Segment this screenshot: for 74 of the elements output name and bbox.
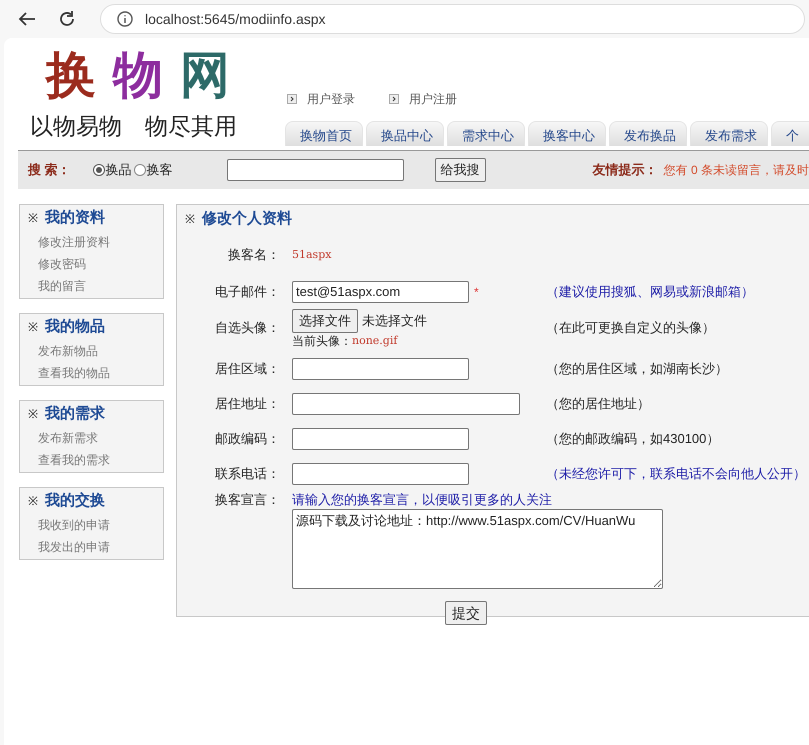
field-hint: （您的居住区域，如湖南长沙） <box>546 360 728 378</box>
panel-title: 修改个人资料 <box>202 208 292 229</box>
nav-tab[interactable]: 需求中心 <box>447 121 525 146</box>
sidebar-title: 我的资料 <box>45 208 105 228</box>
sidebar-link[interactable]: 查看我的需求 <box>28 449 163 471</box>
back-icon[interactable] <box>18 11 36 27</box>
field-label: 换客宣言： <box>215 492 280 508</box>
search-button[interactable]: 给我搜 <box>434 158 486 182</box>
reference-mark: ※ <box>185 211 195 228</box>
declaration-textarea[interactable]: 源码下载及讨论地址：http://www.51aspx.com/CV/HuanWu <box>292 509 663 589</box>
arrow-box-icon <box>287 94 297 104</box>
sidebar-link[interactable]: 发布新需求 <box>28 427 163 449</box>
nav-tab[interactable]: 换客中心 <box>528 121 606 146</box>
text-field[interactable] <box>292 392 520 414</box>
username-value: 51aspx <box>292 246 332 263</box>
field-hint: （未经您许可下，联系电话不会向他人公开） <box>546 464 806 483</box>
info-icon[interactable] <box>117 11 133 27</box>
text-field[interactable]: test@51aspx.com <box>292 280 469 302</box>
sidebar-link[interactable]: 我的留言 <box>28 275 163 297</box>
nav-tab[interactable]: 发布需求 <box>690 121 768 146</box>
sidebar-title: 我的交换 <box>45 490 105 511</box>
field-hint: （您的邮政编码，如430100） <box>546 430 720 448</box>
search-label: 搜 索： <box>28 161 72 180</box>
nav-tab[interactable]: 换品中心 <box>366 121 444 146</box>
logo-character: 物 <box>113 46 163 106</box>
current-avatar-label: 当前头像： <box>292 334 352 348</box>
address-bar[interactable]: localhost:5645/modiinfo.aspx <box>100 4 805 34</box>
file-status: 未选择文件 <box>362 312 427 330</box>
text-field[interactable] <box>292 462 469 484</box>
sidebar-link[interactable]: 我收到的申请 <box>28 514 163 536</box>
search-field[interactable] <box>226 159 404 181</box>
sidebar-link[interactable]: 我发出的申请 <box>28 536 163 558</box>
field-label: 换客名： <box>228 247 280 262</box>
logo-character: 换 <box>46 46 96 106</box>
field-label: 邮政编码： <box>215 430 280 446</box>
reload-icon[interactable] <box>58 10 76 28</box>
field-hint: （您的居住地址） <box>546 394 650 413</box>
sidebar-title: 我的需求 <box>45 404 105 424</box>
reference-mark: ※ <box>28 406 38 423</box>
url-text: localhost:5645/modiinfo.aspx <box>145 10 326 29</box>
text-field[interactable] <box>292 428 469 450</box>
field-label: 电子邮件： <box>215 284 280 299</box>
tip-label: 友情提示： <box>592 161 658 180</box>
nav-tab[interactable]: 发布换品 <box>609 121 687 146</box>
field-hint: （在此可更换自定义的头像） <box>546 319 715 338</box>
sidebar-link[interactable]: 修改密码 <box>28 253 163 275</box>
sidebar-link[interactable]: 发布新物品 <box>28 340 163 362</box>
choose-file-button[interactable]: 选择文件 <box>292 308 358 332</box>
field-label: 自选头像： <box>215 320 280 336</box>
sidebar-link[interactable]: 查看我的物品 <box>28 362 163 384</box>
tip-text: 您有 0 条未读留言，请及时 <box>664 162 809 179</box>
sidebar-link[interactable]: 修改注册资料 <box>28 231 163 253</box>
current-avatar-value: none.gif <box>352 334 398 348</box>
nav-tab[interactable]: 换物首页 <box>285 121 363 146</box>
user-link[interactable]: 用户注册 <box>409 90 457 108</box>
field-label: 居住地址： <box>215 396 280 411</box>
submit-button[interactable]: 提交 <box>445 601 487 625</box>
field-label: 居住区域： <box>215 360 280 376</box>
logo-character: 网 <box>180 46 230 106</box>
required-mark: * <box>474 284 479 300</box>
nav-tab[interactable]: 个 <box>771 121 809 146</box>
reference-mark: ※ <box>28 210 38 227</box>
reference-mark: ※ <box>28 319 38 336</box>
reference-mark: ※ <box>28 493 38 510</box>
user-link[interactable]: 用户登录 <box>307 90 355 108</box>
search-type-radio[interactable]: 换客 <box>134 160 173 180</box>
declaration-note: 请输入您的换客宣言，以便吸引更多的人关注 <box>292 491 552 510</box>
arrow-box-icon <box>389 94 399 104</box>
text-field[interactable] <box>292 358 469 380</box>
field-hint: （建议使用搜狐、网易或新浪邮箱） <box>546 282 754 301</box>
slogan: 以物易物 物尽其用 <box>30 113 238 142</box>
field-label: 联系电话： <box>215 466 280 481</box>
search-type-radio[interactable]: 换品 <box>92 160 132 180</box>
sidebar-title: 我的物品 <box>45 316 105 337</box>
